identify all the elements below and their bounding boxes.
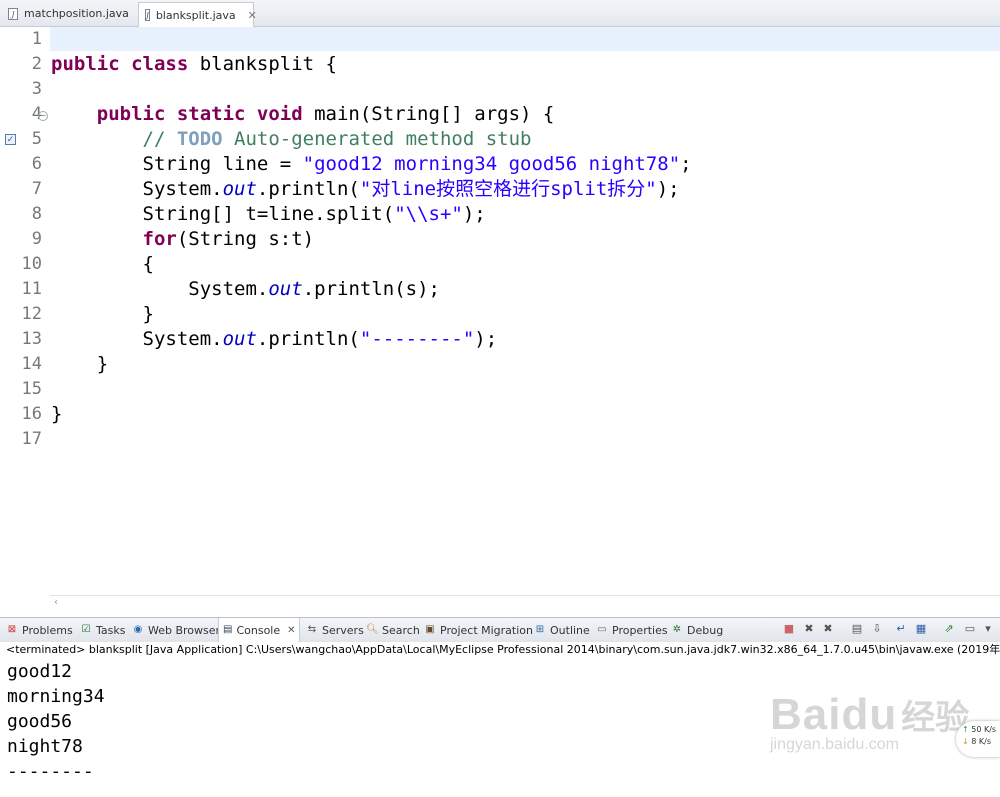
current-line-highlight [50,27,1000,51]
tab-outline[interactable]: ⊞ Outline [534,618,590,642]
code-line: public class blanksplit { [51,53,337,75]
editor-tab-label: blanksplit.java [155,8,236,22]
clear-console-icon[interactable]: ▤ [850,622,864,636]
fold-toggle-icon[interactable]: − [38,111,48,121]
line-number: 8 [31,204,42,224]
code-line: System.out.println(s); [188,278,440,300]
code-line: for(String s:t) [142,228,315,250]
tab-label: Tasks [96,623,126,637]
code-line: { [142,253,154,275]
console-output-line: -------- [7,761,94,782]
console-output-line: morning34 [7,686,105,707]
tab-servers[interactable]: ⇆ Servers [306,618,364,642]
code-line: } [51,403,63,425]
tab-label: Search [382,623,420,637]
problems-icon: ⊠ [7,624,17,635]
console-output-line: good56 [7,711,73,732]
line-number: 11 [21,279,42,299]
tab-problems[interactable]: ⊠ Problems [6,618,73,642]
line-number: 13 [21,329,42,349]
java-file-icon: J [8,7,18,20]
baidu-watermark: Baidu 经验 jingyan.baidu.com [770,690,970,753]
editor-tab-matchposition[interactable]: J matchposition.java [2,2,136,25]
scroll-left-icon[interactable]: ‹ [54,597,58,608]
line-number: 14 [21,354,42,374]
code-editor[interactable]: 1 2 3 4 5 6 7 8 9 10 11 12 13 14 15 16 1… [0,27,1000,612]
editor-tab-label: matchposition.java [24,7,129,20]
console-output-line: good12 [7,661,73,682]
pin-console-icon[interactable]: ⇗ [942,622,956,636]
display-console-icon[interactable]: ▭ [963,622,977,636]
line-number: 15 [21,379,42,399]
migration-icon: ▣ [425,624,435,635]
console-launch-header: <terminated> blanksplit [Java Applicatio… [0,642,1000,658]
close-icon[interactable]: ✕ [287,625,295,636]
remove-launch-icon[interactable]: ✖ [802,622,816,636]
tab-label: Servers [322,623,364,637]
console-icon: ▤ [223,624,233,635]
servers-icon: ⇆ [307,624,317,635]
search-icon: 🔍︎ [366,624,379,635]
line-number: 12 [21,304,42,324]
task-marker-icon: ✓ [5,134,16,145]
tab-search[interactable]: 🔍︎ Search [366,618,420,642]
console-output-line: night78 [7,736,83,757]
net-speed-widget: ↑ 50 K/s ↓ 8 K/s [956,721,1000,757]
tab-label: Web Browser [148,623,221,637]
scroll-lock-icon[interactable]: ⇩ [870,622,884,636]
tab-label: Project Migration [440,623,533,637]
line-number: 9 [31,229,42,249]
line-number: 1 [31,29,42,49]
code-line: System.out.println("--------"); [142,328,498,350]
java-file-icon: J [145,9,150,21]
chevron-down-icon[interactable]: ▾ [981,622,995,636]
globe-icon: ◉ [133,624,143,635]
terminate-icon[interactable]: ■ [782,622,796,636]
code-line: } [96,353,109,375]
console-view-tab-bar: ⊠ Problems ☑ Tasks ◉ Web Browser ▤ Console ✕… [0,617,1000,643]
properties-icon: ▭ [597,624,607,635]
tab-label: Properties [612,623,668,637]
tab-label: Debug [687,623,724,637]
show-on-output-icon[interactable]: ▦ [914,622,928,636]
line-number: 6 [31,154,42,174]
arrow-down-icon: ↓ [962,737,969,746]
line-number: 17 [21,429,42,449]
bug-icon: ✲ [672,624,682,635]
line-number: 2 [31,54,42,74]
tasks-icon: ☑ [81,624,91,635]
horizontal-scrollbar[interactable]: ‹ [50,595,1000,612]
line-number: 3 [31,79,42,99]
tab-project-migration[interactable]: ▣ Project Migration [424,618,533,642]
tab-tasks[interactable]: ☑ Tasks [80,618,126,642]
word-wrap-icon[interactable]: ↵ [894,622,908,636]
tab-web-browser[interactable]: ◉ Web Browser [132,618,220,642]
code-line: } [142,303,154,325]
code-line: String[] t=line.split("\\s+"); [142,203,486,225]
tab-label: Problems [22,623,73,637]
remove-all-icon[interactable]: ✖ [821,622,835,636]
code-line: String line = "good12 morning34 good56 n… [142,153,692,175]
line-number: 16 [21,404,42,424]
code-line: // TODO Auto-generated method stub [142,128,532,150]
tab-console[interactable]: ▤ Console ✕ [218,618,300,642]
tab-debug[interactable]: ✲ Debug [671,618,723,642]
code-line: System.out.println("对line按照空格进行split拆分")… [142,178,680,200]
tab-label: Outline [550,623,590,637]
close-icon[interactable]: ✕ [248,9,257,22]
arrow-up-icon: ↑ [962,725,969,734]
code-line: public static void main(String[] args) { [96,103,555,125]
editor-tab-blanksplit[interactable]: J blanksplit.java ✕ [138,2,257,27]
outline-icon: ⊞ [535,624,545,635]
line-number: 10 [21,254,42,274]
line-number: 7 [31,179,42,199]
tab-label: Console [236,623,281,637]
line-number: 5 [31,129,42,149]
tab-properties[interactable]: ▭ Properties [596,618,668,642]
editor-tab-bar: J matchposition.java J blanksplit.java ✕ [0,0,1000,27]
